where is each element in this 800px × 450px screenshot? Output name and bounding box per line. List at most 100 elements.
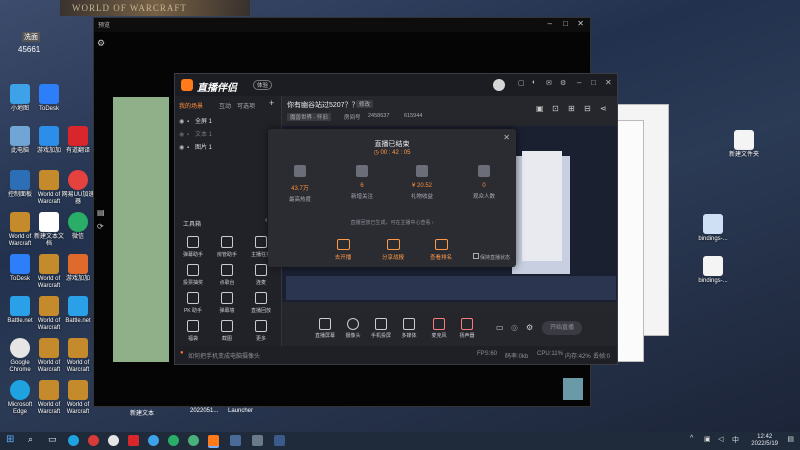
checkbox[interactable]	[472, 253, 479, 259]
close-icon[interactable]: ✕	[605, 78, 612, 87]
tool-luckybag[interactable]: 福袋	[179, 320, 207, 342]
task-view-icon[interactable]: ▭	[48, 434, 57, 445]
keep-live-option[interactable]: 保持直播状态	[472, 253, 510, 261]
lock-icon[interactable]: ▪	[187, 132, 189, 138]
start-live-button[interactable]: 开始直播	[542, 321, 582, 335]
desktop-icon[interactable]: Battle.net	[61, 296, 95, 325]
edit-title-button[interactable]: 修改	[356, 100, 374, 108]
tab-interact[interactable]: 互动	[219, 101, 231, 110]
collapse-icon[interactable]: ‹	[265, 217, 267, 224]
tab-options[interactable]: 可选项	[237, 101, 255, 110]
desktop-icon[interactable]: 游戏加加	[61, 254, 95, 283]
wechat-icon[interactable]	[168, 435, 179, 446]
tray-chevron-icon[interactable]: ^	[690, 435, 693, 442]
tool-icon[interactable]: ⟳	[97, 222, 104, 231]
eye-icon[interactable]: ◉	[179, 145, 184, 151]
share-report-button[interactable]: 分享战报	[373, 239, 413, 261]
desktop-icon[interactable]: bindings-...	[696, 214, 730, 243]
settings-icon[interactable]: ⚙	[526, 323, 533, 332]
lock-icon[interactable]: ▪	[187, 119, 189, 125]
minimize-icon[interactable]: –	[548, 19, 552, 28]
tool-pk[interactable]: PK 助手	[179, 292, 207, 314]
record-icon[interactable]: ▭	[496, 323, 504, 332]
view-ranking-button[interactable]: 查看排名	[421, 239, 461, 261]
app-title-bar[interactable]: 直播伴侣 体验 ▢ ◐ ✉ ⚙ – □ ✕	[175, 74, 617, 96]
lock-icon[interactable]: ▪	[187, 145, 189, 151]
share-icon[interactable]: ▣	[536, 104, 544, 113]
avatar[interactable]	[493, 79, 505, 91]
tab-scenes[interactable]: 我的场景	[179, 101, 203, 110]
file-icon	[703, 214, 723, 234]
live-ended-dialog[interactable]: ✕ 直播已结束 ◷ 00 : 42 : 05 43.7万 最高热度 6 新增关注 ¥…	[268, 129, 516, 267]
scene-item[interactable]: ◉ ▪ 文本 1	[179, 128, 277, 139]
category[interactable]: 魔兽世界 · 怀旧	[287, 113, 331, 121]
layout-icon[interactable]: ⊟	[584, 104, 591, 113]
eye-icon[interactable]: ◉	[179, 119, 184, 125]
tool-link[interactable]: 连麦	[247, 264, 275, 286]
screen-capture-button[interactable]: 直播屏幕	[312, 318, 338, 339]
theme-icon[interactable]: ◐	[532, 79, 536, 86]
settings-icon[interactable]: ⚙	[97, 38, 105, 49]
tool-replay[interactable]: 直播回放	[247, 292, 275, 314]
live-app-icon[interactable]	[208, 435, 219, 446]
title-bar[interactable]: 预览 – □ ✕	[94, 18, 590, 32]
microphone-button[interactable]: 麦克风	[426, 318, 452, 339]
status-tip[interactable]: 如何把手机变成电脑摄像头	[188, 351, 260, 360]
desktop-icon[interactable]: 网易UU加速器	[61, 170, 95, 206]
desktop-icon[interactable]: World of Warcraft	[61, 380, 95, 416]
desktop-icon[interactable]: ToDesk	[32, 84, 66, 113]
scene-item[interactable]: ◉ ▪ 全屏 1	[179, 115, 277, 126]
lock-icon[interactable]: ⊡	[552, 104, 559, 113]
app-icon[interactable]	[230, 435, 241, 446]
maximize-icon[interactable]: □	[591, 78, 596, 87]
desktop-icon[interactable]: 微信	[61, 212, 95, 241]
desktop-icon[interactable]: 有道翻译	[61, 126, 95, 155]
replay-note[interactable]: 直播回放已生成，可在主播中心查看 ›	[268, 219, 516, 226]
tool-room-admin[interactable]: 房管助手	[213, 236, 241, 258]
desktop-icon[interactable]: World of Warcraft	[61, 338, 95, 374]
browser-icon[interactable]	[148, 435, 159, 446]
live-streaming-app[interactable]: 直播伴侣 体验 ▢ ◐ ✉ ⚙ – □ ✕ 我的场景 互动 可选项 + ◉ ▪ …	[174, 73, 618, 365]
speaker-button[interactable]: 扬声器	[454, 318, 480, 339]
tool-songs[interactable]: 点歌台	[213, 264, 241, 286]
maximize-icon[interactable]: □	[563, 19, 568, 28]
ime-icon[interactable]: 中	[732, 435, 739, 445]
tool-icon[interactable]: ▤	[97, 208, 105, 217]
app-icon[interactable]	[252, 435, 263, 446]
tool-more[interactable]: 更多	[247, 320, 275, 342]
chrome-icon[interactable]	[108, 435, 119, 446]
tool-wall[interactable]: 弹幕墙	[213, 292, 241, 314]
close-icon[interactable]: ✕	[577, 19, 584, 28]
tool-screenshot[interactable]: 截图	[213, 320, 241, 342]
monitor-icon	[319, 318, 331, 330]
notification-icon[interactable]: ▤	[787, 435, 794, 443]
grid-icon[interactable]: ⊞	[568, 104, 575, 113]
app-icon[interactable]	[274, 435, 285, 446]
settings-icon[interactable]: ⚙	[560, 79, 566, 87]
edge-icon[interactable]	[68, 435, 79, 446]
eye-icon[interactable]: ◉	[179, 132, 184, 138]
share-link-icon[interactable]: ⋖	[600, 104, 607, 113]
go-live-again-button[interactable]: 去开播	[323, 239, 363, 261]
desktop-icon[interactable]: bindings-...	[696, 256, 730, 285]
desktop-icon[interactable]: 新建文件夹	[727, 130, 761, 159]
tool-danmu[interactable]: 弹幕助手	[179, 236, 207, 258]
minimize-icon[interactable]: –	[577, 78, 581, 87]
phone-cast-button[interactable]: 手机投屏	[368, 318, 394, 339]
chat-icon[interactable]	[188, 435, 199, 446]
tool-vote[interactable]: 投票抽奖	[179, 264, 207, 286]
add-scene-button[interactable]: +	[269, 98, 274, 108]
netease-icon[interactable]	[88, 435, 99, 446]
system-clock[interactable]: 12:42 2022/5/19	[751, 434, 778, 448]
scene-item[interactable]: ◉ ▪ 图片 1	[179, 141, 277, 152]
camera-button[interactable]: 摄像头	[340, 318, 366, 339]
mail-icon[interactable]: ✉	[546, 79, 552, 87]
volume-icon[interactable]: ◁	[718, 435, 723, 443]
search-icon[interactable]: ⌕	[28, 434, 33, 445]
effects-icon[interactable]: ◎	[511, 323, 518, 332]
network-icon[interactable]: ▣	[704, 435, 711, 443]
start-icon[interactable]: ⊞	[6, 434, 14, 445]
media-button[interactable]: 多媒体	[396, 318, 422, 339]
youdao-icon[interactable]	[128, 435, 139, 446]
notification-icon[interactable]: ▢	[518, 79, 525, 87]
